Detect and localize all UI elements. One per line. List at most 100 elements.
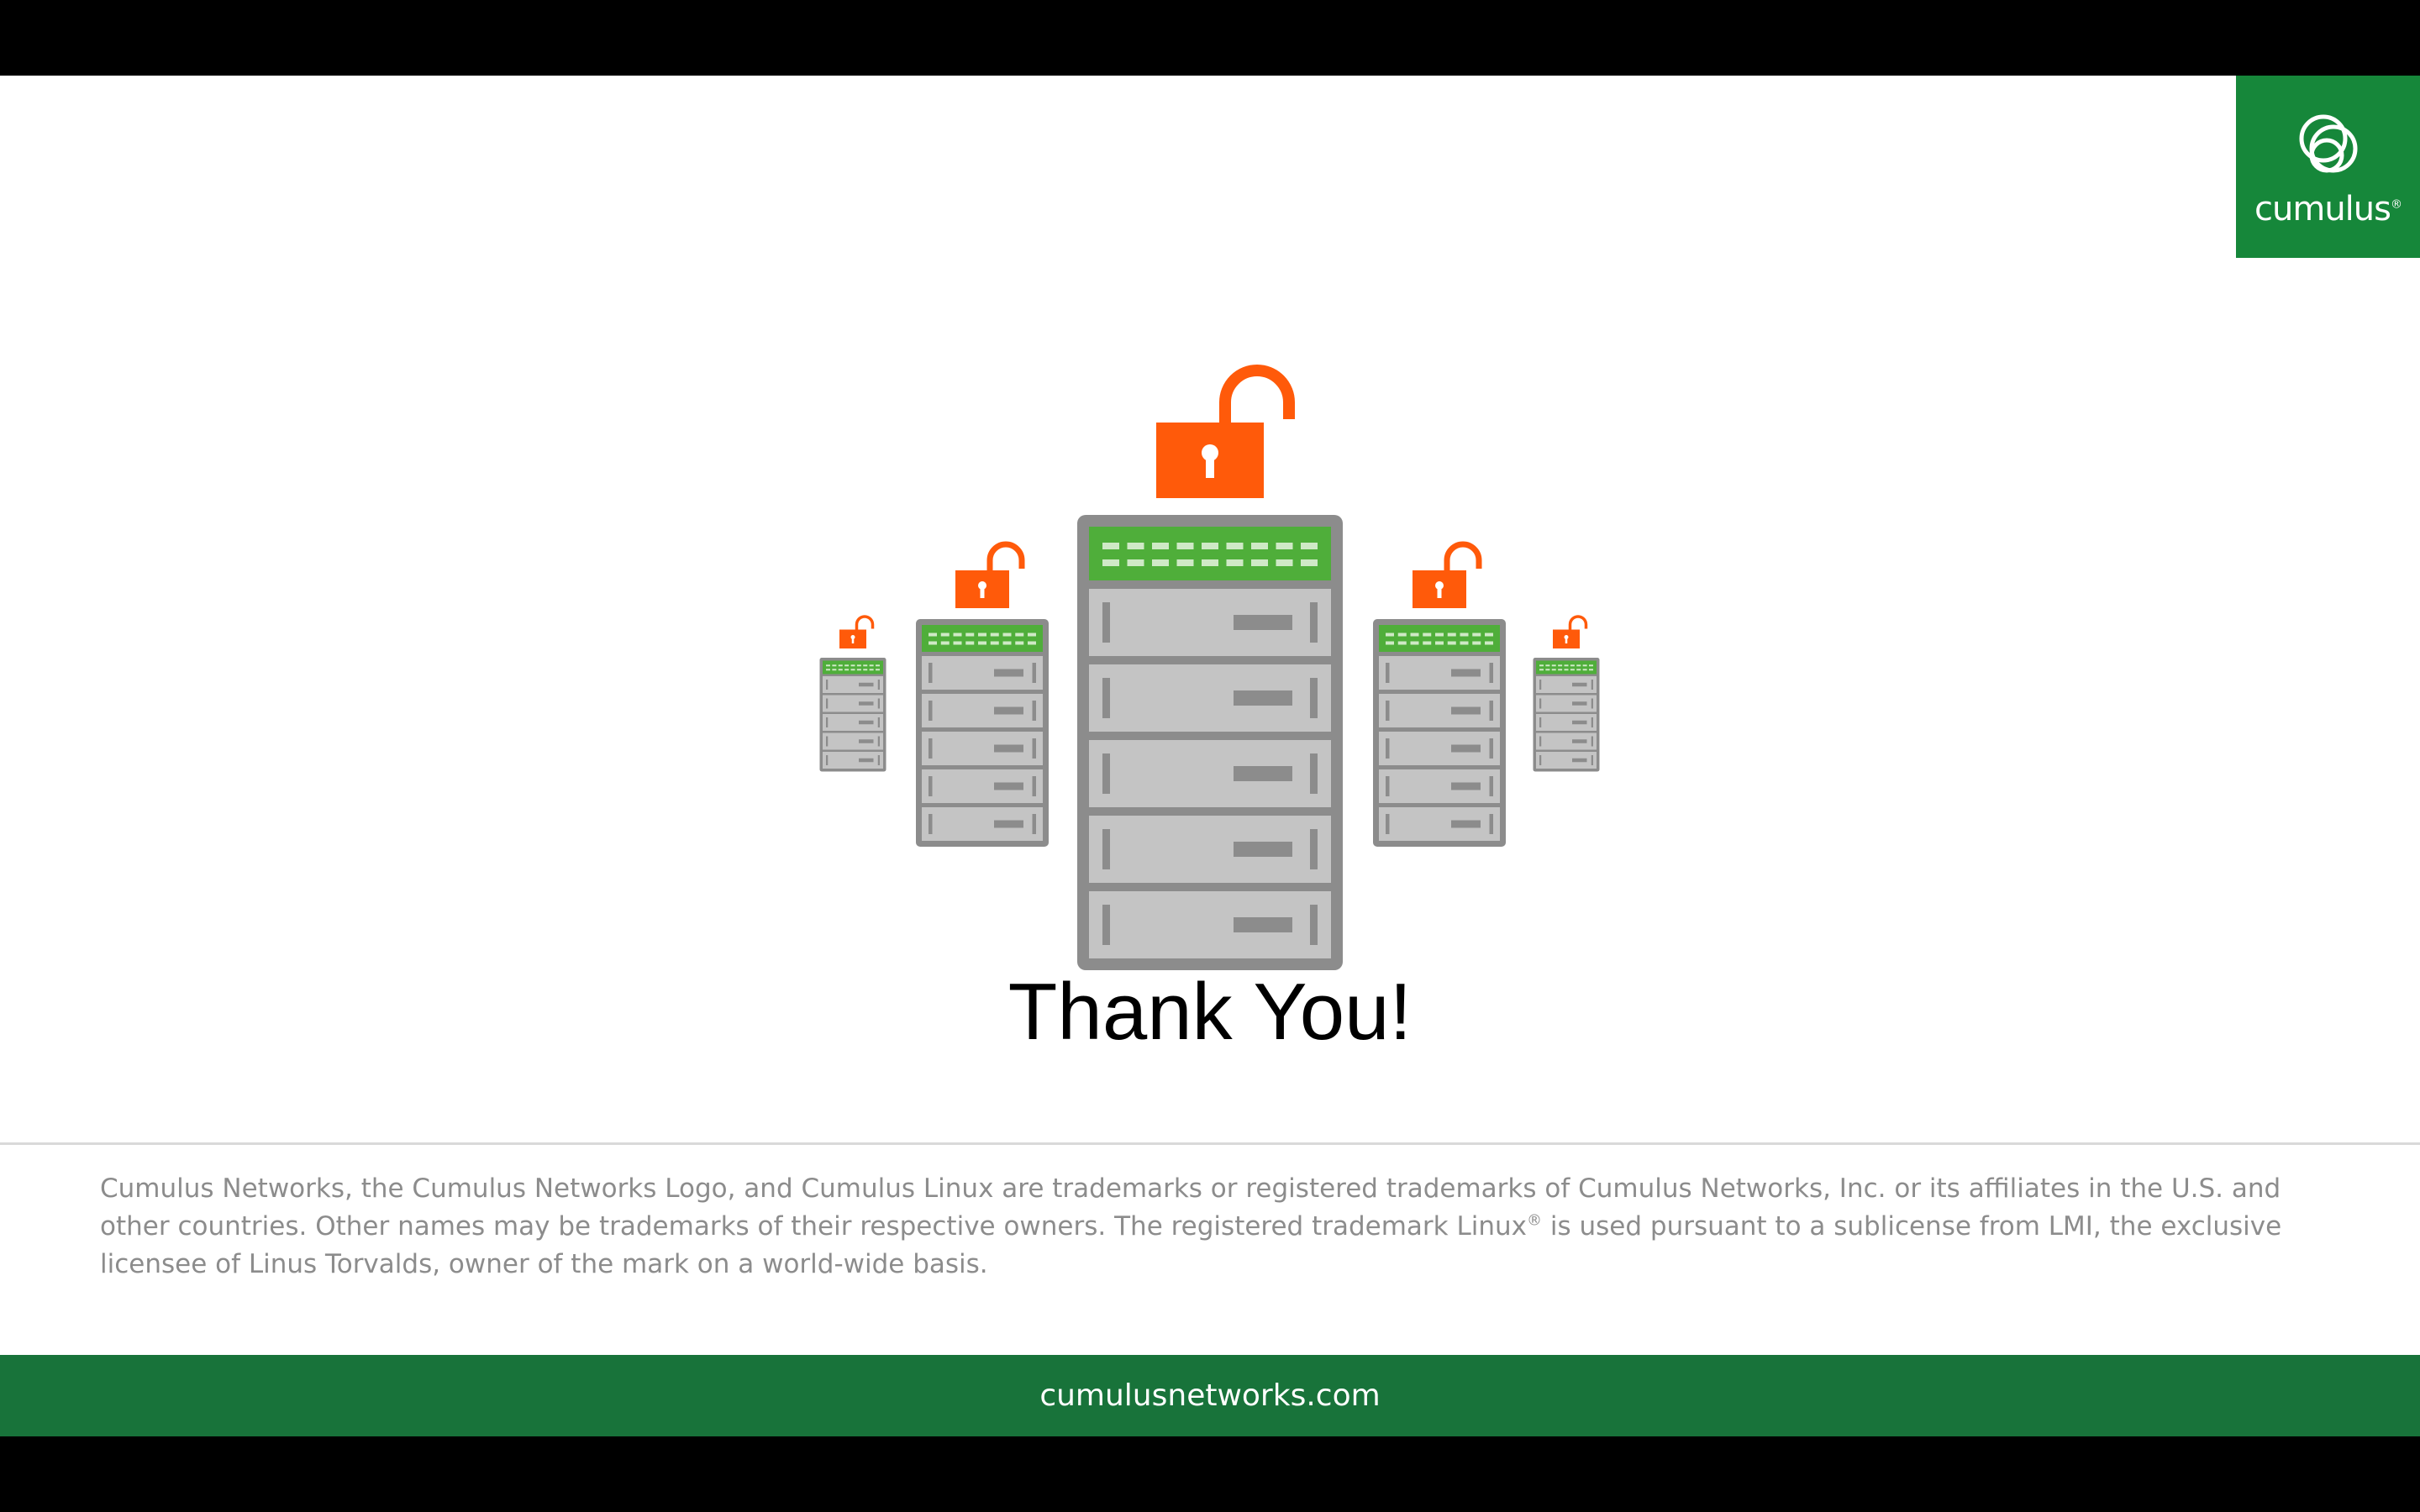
unlock-icon-center bbox=[1156, 365, 1295, 498]
server-drive-slot bbox=[1379, 656, 1500, 690]
server-led bbox=[1447, 633, 1456, 637]
unlock-icon-inner-right bbox=[1413, 541, 1482, 608]
unlock-icon-outer-right bbox=[1553, 615, 1588, 648]
server-drive-handle bbox=[1489, 701, 1493, 721]
server-drive-label bbox=[1234, 690, 1292, 706]
server-led bbox=[929, 641, 937, 645]
server-led bbox=[1423, 641, 1432, 645]
server-drive-handle bbox=[1591, 736, 1593, 747]
server-led bbox=[1301, 543, 1318, 549]
server-led bbox=[1202, 559, 1218, 566]
server-led bbox=[1176, 543, 1194, 549]
server-drive-handle bbox=[1032, 814, 1036, 834]
server-led bbox=[1472, 633, 1481, 637]
server-drive-label bbox=[994, 782, 1023, 790]
server-drive-handle bbox=[1539, 736, 1542, 747]
server-led bbox=[1551, 664, 1556, 667]
server-led bbox=[1570, 664, 1575, 667]
server-drive-slot bbox=[1379, 807, 1500, 841]
server-drive-slot bbox=[823, 676, 883, 693]
server-led bbox=[1576, 664, 1581, 667]
padlock-keyhole bbox=[1206, 453, 1214, 478]
server-green-panel bbox=[922, 625, 1043, 652]
server-led bbox=[1397, 641, 1407, 645]
server-drive-label bbox=[994, 669, 1023, 677]
server-drive-slot bbox=[1379, 694, 1500, 727]
server-led bbox=[1564, 669, 1569, 671]
server-drive-label bbox=[859, 720, 874, 725]
server-led bbox=[869, 669, 874, 671]
padlock-shackle bbox=[986, 541, 1025, 570]
server-drive-handle bbox=[1539, 755, 1542, 765]
server-center bbox=[1077, 515, 1343, 970]
server-led bbox=[1539, 669, 1544, 671]
server-led bbox=[1202, 543, 1218, 549]
server-drive-handle bbox=[1539, 680, 1542, 690]
server-drive-handle bbox=[1591, 755, 1593, 765]
server-drive-handle bbox=[1386, 814, 1390, 834]
server-drive-handle bbox=[1489, 776, 1493, 796]
server-drive-handle bbox=[1489, 738, 1493, 759]
server-drive-handle bbox=[877, 736, 880, 747]
server-drive-handle bbox=[1310, 678, 1318, 718]
server-led bbox=[869, 664, 874, 667]
server-led bbox=[876, 669, 880, 671]
server-led bbox=[990, 633, 999, 637]
server-led bbox=[1472, 641, 1481, 645]
server-drive-label bbox=[859, 701, 874, 706]
divider bbox=[0, 1142, 2420, 1145]
server-drive-handle bbox=[826, 680, 829, 690]
padlock-shackle bbox=[1444, 541, 1482, 570]
server-led bbox=[1251, 543, 1268, 549]
server-led bbox=[929, 633, 937, 637]
server-led bbox=[1485, 633, 1493, 637]
server-green-panel bbox=[1536, 660, 1597, 675]
server-led bbox=[1028, 641, 1036, 645]
server-drive-handle bbox=[1310, 829, 1318, 869]
server-drive-slot bbox=[1536, 695, 1597, 712]
server-led bbox=[1226, 543, 1244, 549]
server-drive-slot bbox=[922, 732, 1043, 765]
server-drive-handle bbox=[1386, 663, 1390, 683]
server-led bbox=[1485, 641, 1493, 645]
server-led bbox=[953, 633, 962, 637]
server-led bbox=[1386, 641, 1394, 645]
padlock-shackle bbox=[1568, 615, 1588, 630]
server-led bbox=[1015, 633, 1024, 637]
server-led bbox=[1397, 633, 1407, 637]
server-led bbox=[1447, 641, 1456, 645]
server-led bbox=[1251, 559, 1268, 566]
server-led bbox=[826, 664, 830, 667]
server-drive-label bbox=[1572, 720, 1587, 725]
server-drive-slot bbox=[823, 695, 883, 712]
server-drive-handle bbox=[1386, 738, 1390, 759]
server-drive-label bbox=[1451, 669, 1481, 677]
server-drive-handle bbox=[929, 776, 933, 796]
server-inner-right bbox=[1373, 619, 1506, 847]
server-drive-label bbox=[1234, 917, 1292, 932]
server-led bbox=[832, 664, 837, 667]
server-led bbox=[1015, 641, 1024, 645]
server-drive-label bbox=[1234, 842, 1292, 857]
server-led bbox=[1545, 664, 1550, 667]
letterbox-bottom bbox=[0, 1436, 2420, 1512]
server-drive-handle bbox=[877, 698, 880, 709]
server-drive-label bbox=[1572, 758, 1587, 763]
server-led bbox=[1558, 669, 1563, 671]
server-drive-handle bbox=[1386, 776, 1390, 796]
server-led bbox=[1545, 669, 1550, 671]
server-led bbox=[953, 641, 962, 645]
server-led bbox=[1127, 543, 1144, 549]
padlock-keyhole bbox=[1437, 585, 1442, 598]
server-drive-label bbox=[1451, 820, 1481, 828]
server-led bbox=[1386, 633, 1394, 637]
server-drive-handle bbox=[1539, 698, 1542, 709]
server-drive-slot bbox=[922, 807, 1043, 841]
slide-title: Thank You! bbox=[1007, 967, 1413, 1057]
server-led bbox=[850, 664, 855, 667]
server-led bbox=[838, 669, 843, 671]
cumulus-rings-icon bbox=[2299, 114, 2358, 173]
server-drive-slot bbox=[1536, 676, 1597, 693]
server-led bbox=[876, 664, 880, 667]
server-drive-slot bbox=[922, 769, 1043, 803]
